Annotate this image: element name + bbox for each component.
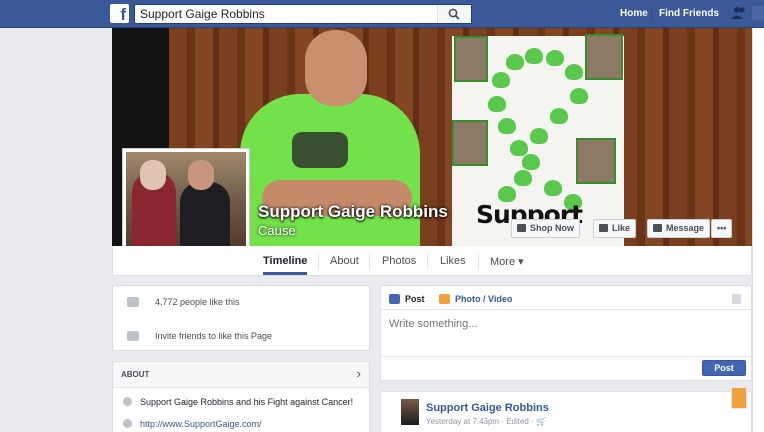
tab-about[interactable]: About	[330, 255, 359, 267]
shop-now-button[interactable]: Shop Now	[511, 219, 580, 238]
nav-find-friends-link[interactable]: Find Friends	[659, 8, 719, 19]
messages-icon[interactable]	[752, 6, 764, 20]
post-timestamp[interactable]: Yesterday at 7:43pm · Edited · 🛒	[426, 417, 546, 426]
composer-input[interactable]	[389, 318, 689, 330]
composer-divider	[381, 309, 751, 310]
heart-icon	[565, 64, 583, 80]
active-tab-indicator	[263, 272, 307, 275]
poster-photo	[585, 34, 623, 80]
post-avatar[interactable]	[401, 399, 419, 425]
top-navigation-bar: f Home Find Friends	[0, 0, 764, 28]
post-author-link[interactable]: Support Gaige Robbins	[426, 402, 549, 414]
post-meta-text: Yesterday at 7:43pm · Edited ·	[426, 417, 534, 426]
tab-photos[interactable]: Photos	[382, 255, 416, 267]
tab-divider	[318, 253, 319, 269]
composer-tab-photo-label: Photo / Video	[455, 294, 513, 304]
heart-icon	[498, 118, 516, 134]
tab-divider	[369, 253, 370, 269]
people-icon	[127, 297, 139, 307]
likes-count-text[interactable]: 4,772 people like this	[155, 297, 240, 307]
profile-person-head	[188, 160, 214, 190]
heart-icon	[514, 170, 532, 186]
about-header[interactable]: ABOUT ›	[113, 362, 369, 388]
friend-requests-icon[interactable]	[731, 6, 747, 20]
about-description: Support Gaige Robbins and his Fight agai…	[123, 397, 353, 407]
poster-photo	[576, 138, 616, 184]
shop-now-label: Shop Now	[530, 223, 574, 233]
heart-icon	[492, 72, 510, 88]
post-button[interactable]: Post	[702, 360, 746, 376]
post-thumbnail[interactable]	[731, 387, 747, 409]
cart-icon	[517, 224, 526, 232]
message-icon	[653, 224, 662, 232]
message-label: Message	[666, 223, 705, 233]
page-category[interactable]: Cause	[258, 223, 296, 238]
search-box[interactable]	[134, 4, 472, 24]
poster-photo	[454, 36, 488, 82]
search-icon	[448, 8, 460, 20]
heart-icon	[550, 108, 568, 124]
composer-tab-post[interactable]: Post	[389, 294, 425, 304]
heart-icon	[546, 50, 564, 66]
about-card: ABOUT › Support Gaige Robbins and his Fi…	[112, 361, 370, 432]
pencil-icon	[389, 294, 400, 304]
poster-photo	[452, 120, 488, 166]
invite-friends-link[interactable]: Invite friends to like this Page	[155, 331, 272, 341]
more-icon: •••	[717, 223, 727, 233]
invite-icon	[127, 331, 139, 341]
camera-icon	[439, 294, 450, 304]
heart-icon	[488, 96, 506, 112]
shop-icon: 🛒	[536, 417, 546, 426]
facebook-logo-icon[interactable]: f	[110, 4, 129, 23]
composer-tab-post-label: Post	[405, 294, 425, 304]
globe-icon	[123, 419, 132, 428]
profile-person-head	[140, 160, 166, 190]
heart-icon	[522, 154, 540, 170]
feed-post: Support Gaige Robbins Yesterday at 7:43p…	[380, 387, 752, 432]
heart-icon	[544, 180, 562, 196]
heart-icon	[510, 140, 528, 156]
tab-likes[interactable]: Likes	[440, 255, 466, 267]
post-composer: Post Photo / Video Post	[380, 285, 752, 381]
about-title: ABOUT	[121, 370, 150, 379]
cover-person-head	[305, 30, 367, 106]
flag-icon[interactable]	[732, 294, 741, 304]
about-description-text: Support Gaige Robbins and his Fight agai…	[140, 397, 354, 407]
thumbs-up-icon	[599, 224, 608, 232]
heart-icon	[570, 88, 588, 104]
chevron-right-icon[interactable]: ›	[357, 366, 361, 381]
heart-icon	[525, 48, 543, 64]
about-website: http://www.SupportGaige.com/	[123, 419, 262, 429]
info-icon	[123, 397, 132, 406]
nav-divider	[651, 7, 652, 21]
website-link[interactable]: http://www.SupportGaige.com/	[140, 419, 262, 429]
likes-card: 4,772 people like this Invite friends to…	[112, 285, 370, 351]
page-title[interactable]: Support Gaige Robbins	[258, 202, 448, 222]
heart-icon	[530, 128, 548, 144]
page-tabs: Timeline About Photos Likes More ▾	[112, 246, 752, 276]
right-sidebar	[752, 28, 764, 432]
like-label: Like	[612, 223, 631, 233]
tab-timeline[interactable]: Timeline	[263, 255, 307, 267]
heart-icon	[506, 54, 524, 70]
nav-home-link[interactable]: Home	[620, 8, 648, 19]
message-button[interactable]: Message	[647, 219, 711, 238]
search-button[interactable]	[437, 5, 471, 23]
composer-tab-photo[interactable]: Photo / Video	[439, 294, 512, 304]
tab-divider	[427, 253, 428, 269]
composer-footer: Post	[381, 356, 751, 380]
search-input[interactable]	[135, 5, 435, 23]
shirt-graphic	[292, 132, 348, 168]
like-button[interactable]: Like	[593, 219, 637, 238]
tab-more[interactable]: More ▾	[490, 255, 524, 268]
more-button[interactable]: •••	[711, 219, 733, 238]
tab-divider	[478, 253, 479, 269]
